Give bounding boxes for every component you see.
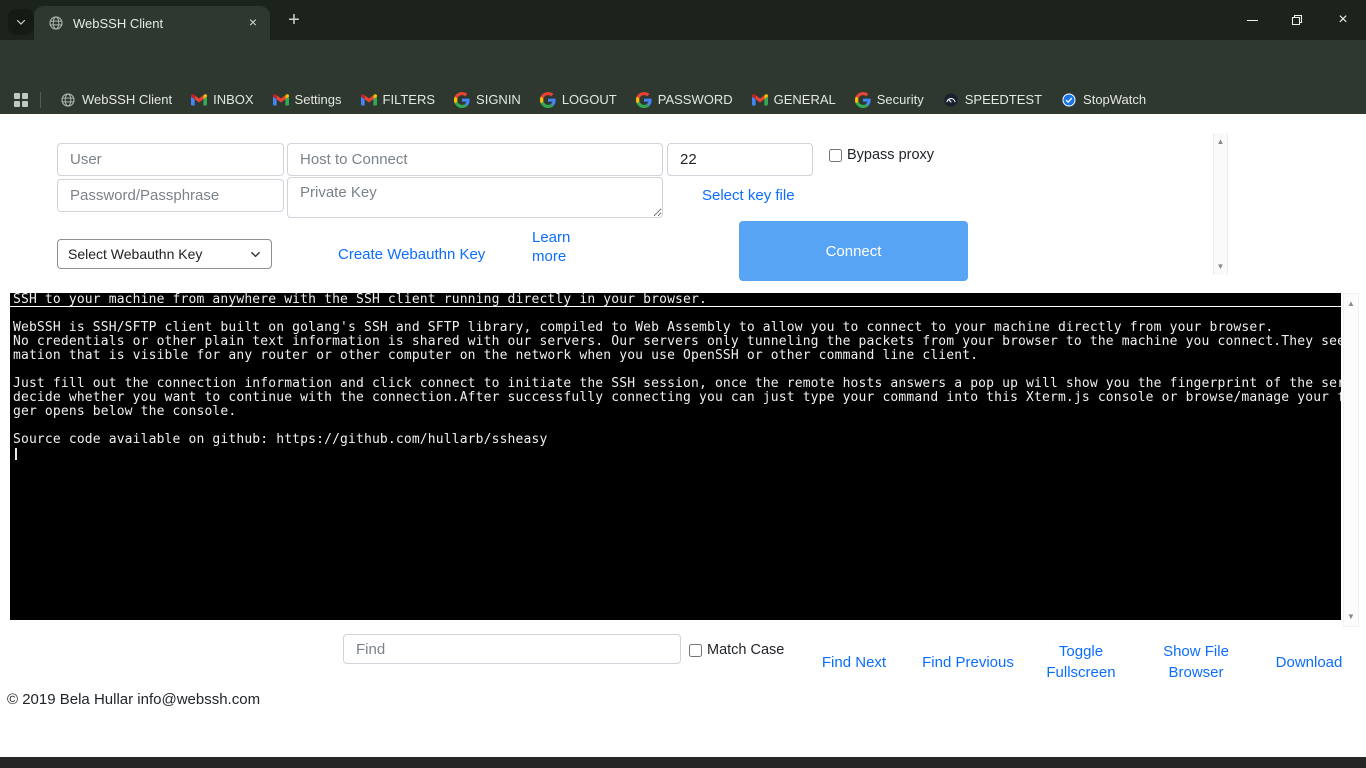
match-case-label: Match Case xyxy=(707,642,784,658)
terminal-line xyxy=(13,363,1341,377)
tab-close-icon[interactable]: × xyxy=(244,14,262,32)
bookmark-label: PASSWORD xyxy=(658,92,733,107)
new-tab-button[interactable]: + xyxy=(281,8,307,34)
user-input[interactable] xyxy=(57,143,284,176)
bookmark-label: FILTERS xyxy=(383,92,436,107)
bookmark-label: GENERAL xyxy=(774,92,836,107)
bookmark-label: LOGOUT xyxy=(562,92,617,107)
port-input[interactable] xyxy=(667,143,813,176)
webauthn-select-value: Select Webauthn Key xyxy=(68,246,250,262)
create-webauthn-link[interactable]: Create Webauthn Key xyxy=(338,246,485,263)
browser-toolbar: ssheasy.com US S Verify it's you ⋮ xyxy=(0,40,1366,85)
bookmark-label: INBOX xyxy=(213,92,253,107)
bookmark-webssh-client[interactable]: WebSSH Client xyxy=(60,92,172,108)
bookmark-label: SIGNIN xyxy=(476,92,521,107)
terminal-line: Just fill out the connection information… xyxy=(13,377,1341,391)
globe-icon xyxy=(60,92,76,108)
bookmark-label: SPEEDTEST xyxy=(965,92,1042,107)
window-minimize-button[interactable] xyxy=(1229,0,1275,40)
terminal-line: mation that is visible for any router or… xyxy=(13,349,1341,363)
gmail-icon xyxy=(273,92,289,108)
password-input[interactable] xyxy=(57,179,284,212)
learn-more-link[interactable]: Learn more xyxy=(532,228,580,266)
terminal-line: decide whether you want to continue with… xyxy=(13,391,1341,405)
window-restore-button[interactable] xyxy=(1274,0,1320,40)
terminal-line: No credentials or other plain text infor… xyxy=(13,335,1341,349)
terminal-cursor xyxy=(15,448,17,460)
terminal[interactable]: SSH to your machine from anywhere with t… xyxy=(10,293,1341,620)
bookmarks-bar: WebSSH Client INBOX Settings FILTERS SIG… xyxy=(0,85,1366,114)
bookmark-speedtest[interactable]: SPEEDTEST xyxy=(943,92,1042,108)
bookmark-logout[interactable]: LOGOUT xyxy=(540,92,617,108)
window-close-button[interactable]: × xyxy=(1320,0,1366,40)
private-key-textarea[interactable] xyxy=(287,177,663,218)
bookmarks-divider xyxy=(40,92,41,108)
browser-window: WebSSH Client × + × ssheasy.com xyxy=(0,0,1366,768)
bookmark-inbox[interactable]: INBOX xyxy=(191,92,253,108)
restore-icon xyxy=(1291,14,1303,26)
find-previous-link[interactable]: Find Previous xyxy=(918,652,1018,673)
terminal-line: WebSSH is SSH/SFTP client built on golan… xyxy=(13,321,1341,335)
google-icon xyxy=(540,92,556,108)
page-content: Bypass proxy Select key file Select Weba… xyxy=(0,114,1366,757)
bottom-edge-strip xyxy=(0,757,1366,768)
scroll-up-icon[interactable]: ▲ xyxy=(1344,299,1358,308)
bookmark-security[interactable]: Security xyxy=(855,92,924,108)
chevron-down-icon xyxy=(250,249,261,260)
footer-copyright: © 2019 Bela Hullar info@webssh.com xyxy=(7,691,260,708)
stopwatch-icon xyxy=(1061,92,1077,108)
find-next-link[interactable]: Find Next xyxy=(814,652,894,673)
gmail-icon xyxy=(361,92,377,108)
tab-title: WebSSH Client xyxy=(73,16,244,31)
apps-grid-icon[interactable] xyxy=(14,93,28,107)
bookmark-password[interactable]: PASSWORD xyxy=(636,92,733,108)
download-link[interactable]: Download xyxy=(1269,652,1349,673)
globe-favicon-icon xyxy=(48,15,64,31)
bypass-proxy-checkbox[interactable] xyxy=(829,149,842,162)
terminal-line xyxy=(13,307,1341,321)
bookmark-general[interactable]: GENERAL xyxy=(752,92,836,108)
bypass-proxy-label: Bypass proxy xyxy=(847,147,934,163)
gmail-icon xyxy=(191,92,207,108)
browser-tab[interactable]: WebSSH Client × xyxy=(34,6,270,40)
bookmark-label: StopWatch xyxy=(1083,92,1146,107)
scroll-down-icon[interactable]: ▼ xyxy=(1214,262,1227,271)
bookmark-label: Security xyxy=(877,92,924,107)
tab-bar: WebSSH Client × + × xyxy=(0,0,1366,40)
form-scrollbar[interactable]: ▲ ▼ xyxy=(1213,133,1228,275)
tab-search-button[interactable] xyxy=(8,9,34,35)
google-icon xyxy=(636,92,652,108)
terminal-scrollbar[interactable]: ▲ ▼ xyxy=(1343,293,1359,627)
match-case-checkbox[interactable] xyxy=(689,644,702,657)
show-file-browser-link[interactable]: Show File Browser xyxy=(1161,641,1231,683)
bookmark-signin[interactable]: SIGNIN xyxy=(454,92,521,108)
bookmark-label: WebSSH Client xyxy=(82,92,172,107)
toggle-fullscreen-link[interactable]: Toggle Fullscreen xyxy=(1046,641,1116,683)
connect-button[interactable]: Connect xyxy=(739,221,968,281)
host-input[interactable] xyxy=(287,143,663,176)
terminal-line: Source code available on github: https:/… xyxy=(13,433,1341,447)
speedtest-icon xyxy=(943,92,959,108)
scroll-up-icon[interactable]: ▲ xyxy=(1214,137,1227,146)
terminal-line: SSH to your machine from anywhere with t… xyxy=(10,293,1341,307)
find-input[interactable] xyxy=(343,634,681,664)
terminal-line xyxy=(13,419,1341,433)
bookmark-label: Settings xyxy=(295,92,342,107)
terminal-line: ger opens below the console. xyxy=(13,405,1341,419)
bookmark-stopwatch[interactable]: StopWatch xyxy=(1061,92,1146,108)
bookmark-filters[interactable]: FILTERS xyxy=(361,92,436,108)
webauthn-select[interactable]: Select Webauthn Key xyxy=(57,239,272,269)
terminal-cursor-line xyxy=(13,447,1341,461)
gmail-icon xyxy=(752,92,768,108)
bookmark-settings[interactable]: Settings xyxy=(273,92,342,108)
minimize-icon xyxy=(1247,20,1258,21)
google-icon xyxy=(855,92,871,108)
select-key-file-link[interactable]: Select key file xyxy=(702,187,795,204)
google-icon xyxy=(454,92,470,108)
scroll-down-icon[interactable]: ▼ xyxy=(1344,612,1358,621)
chevron-down-icon xyxy=(15,16,27,28)
